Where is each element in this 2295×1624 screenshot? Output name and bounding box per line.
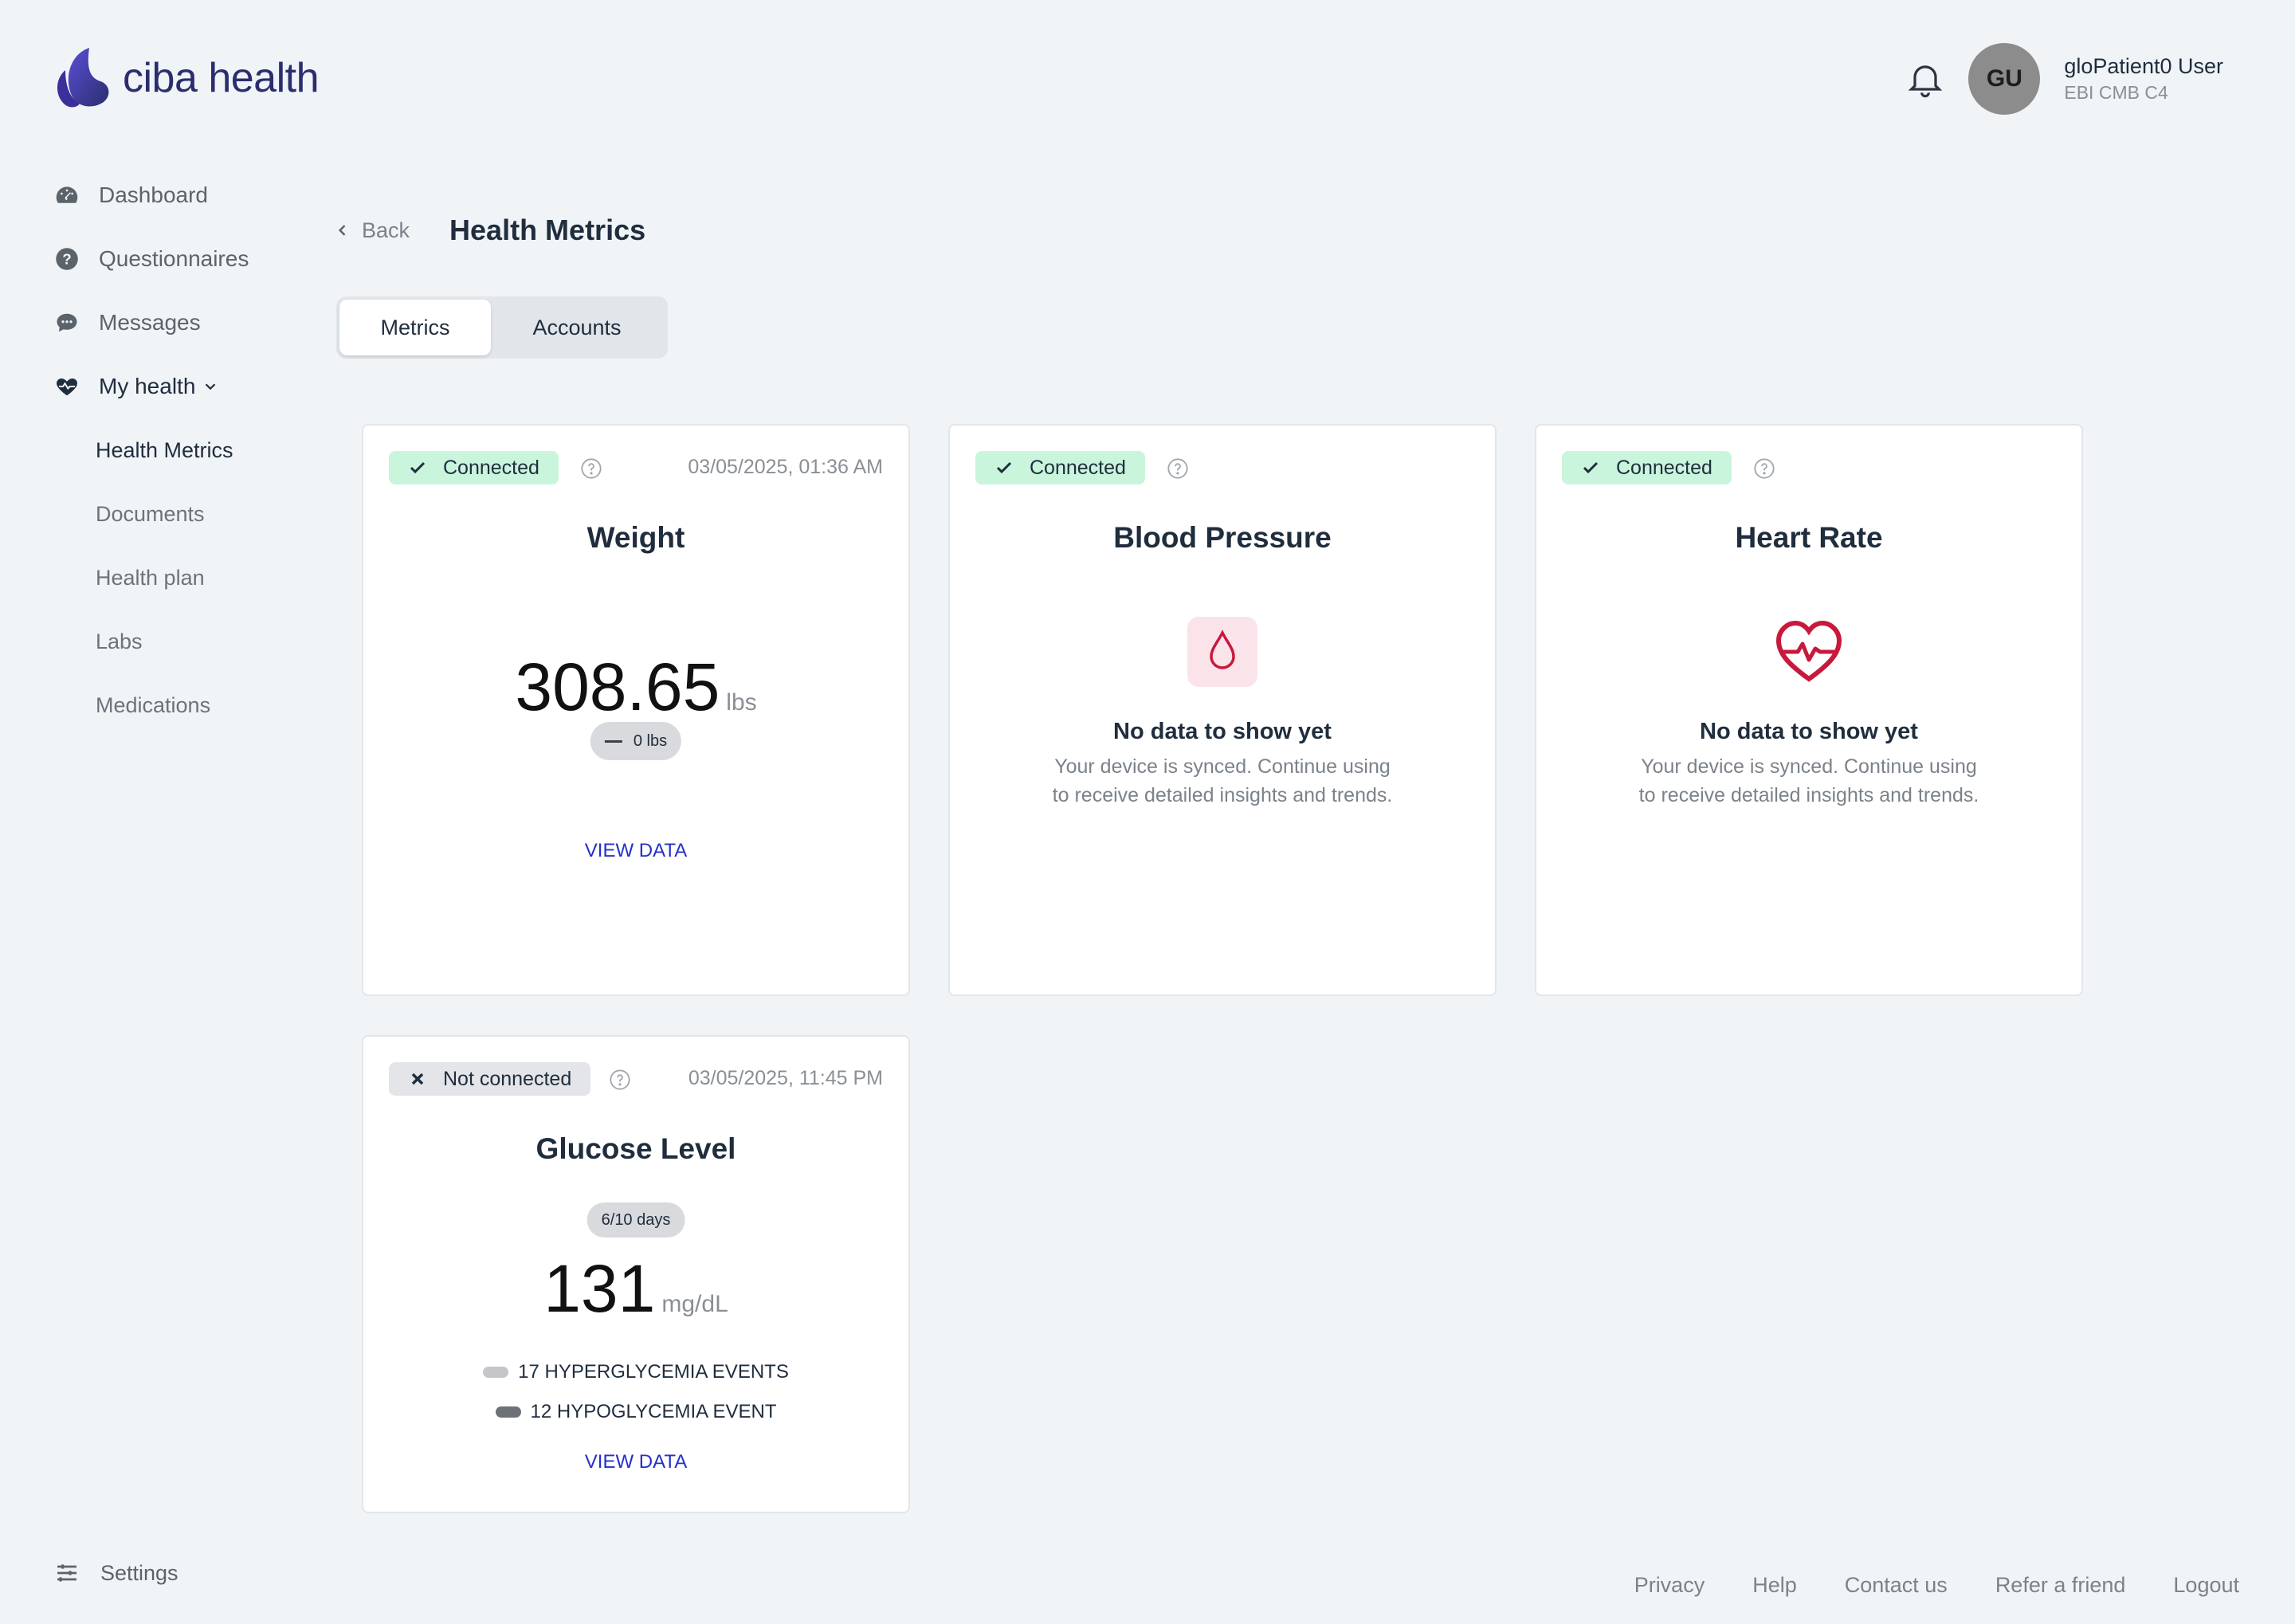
sidebar-item-labs[interactable]: Labs: [96, 610, 325, 673]
tab-metrics[interactable]: Metrics: [339, 300, 491, 355]
status-label: Connected: [1030, 456, 1126, 479]
bell-icon[interactable]: [1905, 58, 1946, 100]
glucose-card: Not connected 03/05/2025, 11:45 PM Gluco…: [362, 1035, 910, 1513]
metric-value: 308.65 lbs: [363, 649, 908, 726]
page-title: Health Metrics: [449, 214, 646, 246]
sidebar-item-label: Questionnaires: [99, 246, 249, 271]
card-title: Weight: [586, 521, 685, 554]
empty-title: No data to show yet: [1700, 719, 1918, 744]
help-circle-icon[interactable]: [609, 1069, 631, 1091]
svg-text:?: ?: [62, 250, 71, 267]
chevron-left-icon: [338, 225, 346, 236]
status-badge: Connected: [975, 451, 1145, 484]
timestamp: 03/05/2025, 01:36 AM: [688, 456, 883, 478]
help-circle-icon[interactable]: [580, 457, 602, 480]
check-icon: [996, 461, 1012, 474]
chevron-down-icon: [206, 383, 216, 390]
page-header: Back Health Metrics: [335, 214, 645, 247]
my-health-submenu: Health Metrics Documents Health plan Lab…: [96, 418, 325, 737]
empty-title: No data to show yet: [1113, 719, 1332, 744]
days-label: 6/10 days: [601, 1210, 671, 1229]
brand-logo[interactable]: ciba health: [54, 46, 320, 110]
footer-link-refer[interactable]: Refer a friend: [1995, 1573, 2126, 1598]
heart-rate-card: Connected Heart Rate No data to show yet…: [1535, 424, 2083, 996]
sidebar-item-health-metrics[interactable]: Health Metrics: [96, 418, 325, 482]
footer-links: Privacy Help Contact us Refer a friend L…: [1587, 1573, 2239, 1598]
event-row: 12 HYPOGLYCEMIA EVENT: [363, 1392, 908, 1432]
footer-link-contact[interactable]: Contact us: [1845, 1573, 1948, 1598]
footer-link-privacy[interactable]: Privacy: [1634, 1573, 1705, 1598]
status-badge: Connected: [1562, 451, 1732, 484]
heart-pulse-icon: [1775, 620, 1842, 682]
user-program: EBI CMB C4: [2064, 82, 2168, 103]
view-data-link[interactable]: VIEW DATA: [363, 840, 908, 862]
footer-link-help[interactable]: Help: [1752, 1573, 1797, 1598]
empty-text: Your device is synced. Continue using to…: [1052, 755, 1393, 806]
glucose-value: 131: [543, 1251, 656, 1326]
help-circle-icon[interactable]: [1167, 457, 1189, 480]
event-row: 17 HYPERGLYCEMIA EVENTS: [363, 1352, 908, 1392]
blood-drop-icon: [1187, 617, 1257, 687]
settings-label: Settings: [100, 1560, 178, 1585]
sidebar: Dashboard ? Questionnaires Messages My h…: [54, 163, 325, 737]
sidebar-item-label: My health: [99, 374, 196, 398]
back-label: Back: [362, 218, 410, 242]
card-title: Blood Pressure: [1113, 521, 1332, 554]
event-label: 17 HYPERGLYCEMIA EVENTS: [518, 1361, 789, 1383]
event-label: 12 HYPOGLYCEMIA EVENT: [530, 1401, 777, 1422]
sidebar-item-questionnaires[interactable]: ? Questionnaires: [54, 227, 325, 291]
metric-value: 131 mg/dL: [363, 1250, 908, 1328]
sidebar-item-label: Messages: [99, 310, 201, 335]
close-icon: [411, 1073, 424, 1085]
tab-accounts[interactable]: Accounts: [491, 300, 663, 355]
header-user-area: GU gloPatient0 User EBI CMB C4: [1905, 43, 2223, 115]
check-icon: [410, 461, 426, 474]
status-label: Connected: [443, 456, 539, 479]
blood-pressure-card: Connected Blood Pressure No data to show…: [948, 424, 1497, 996]
check-icon: [1583, 461, 1599, 474]
status-label: Connected: [1616, 456, 1712, 479]
event-dot-icon: [495, 1406, 521, 1418]
timestamp: 03/05/2025, 11:45 PM: [688, 1067, 883, 1089]
back-button[interactable]: Back: [335, 218, 410, 243]
help-circle-icon[interactable]: [1753, 457, 1775, 480]
weight-value: 308.65: [515, 649, 720, 724]
glucose-unit: mg/dL: [661, 1291, 728, 1317]
user-info[interactable]: gloPatient0 User EBI CMB C4: [2064, 54, 2223, 104]
view-data-link[interactable]: VIEW DATA: [363, 1451, 908, 1473]
sidebar-item-label: Dashboard: [99, 182, 208, 207]
card-title: Glucose Level: [536, 1132, 736, 1165]
status-badge: Connected: [389, 451, 559, 484]
heart-pulse-icon: [54, 374, 80, 399]
dash-icon: [604, 739, 622, 743]
change-pill: 0 lbs: [590, 722, 682, 760]
tab-bar: Metrics Accounts: [336, 296, 668, 359]
weight-card: Connected 03/05/2025, 01:36 AM Weight 30…: [362, 424, 910, 996]
gauge-icon: [54, 182, 80, 208]
sidebar-item-documents[interactable]: Documents: [96, 482, 325, 546]
sidebar-item-messages[interactable]: Messages: [54, 291, 325, 355]
event-dot-icon: [483, 1367, 509, 1378]
sidebar-item-medications[interactable]: Medications: [96, 673, 325, 737]
butterfly-logo-icon: [57, 48, 109, 108]
chat-icon: [54, 310, 80, 335]
status-label: Not connected: [443, 1067, 572, 1090]
weight-unit: lbs: [726, 689, 757, 716]
empty-text: Your device is synced. Continue using to…: [1638, 755, 1979, 806]
status-badge: Not connected: [389, 1062, 591, 1096]
settings-link[interactable]: Settings: [54, 1560, 178, 1586]
sidebar-item-my-health[interactable]: My health: [54, 355, 325, 418]
sidebar-item-health-plan[interactable]: Health plan: [96, 546, 325, 610]
question-icon: ?: [54, 246, 80, 272]
sliders-icon: [57, 1564, 76, 1582]
user-name: gloPatient0 User: [2064, 54, 2223, 78]
avatar[interactable]: GU: [1968, 43, 2041, 115]
days-pill: 6/10 days: [586, 1202, 685, 1238]
card-title: Heart Rate: [1735, 521, 1883, 554]
sidebar-item-dashboard[interactable]: Dashboard: [54, 163, 325, 227]
change-label: 0 lbs: [633, 732, 668, 750]
brand-name: ciba health: [123, 55, 320, 101]
footer-link-logout[interactable]: Logout: [2173, 1573, 2239, 1598]
event-list: 17 HYPERGLYCEMIA EVENTS 12 HYPOGLYCEMIA …: [363, 1352, 908, 1432]
